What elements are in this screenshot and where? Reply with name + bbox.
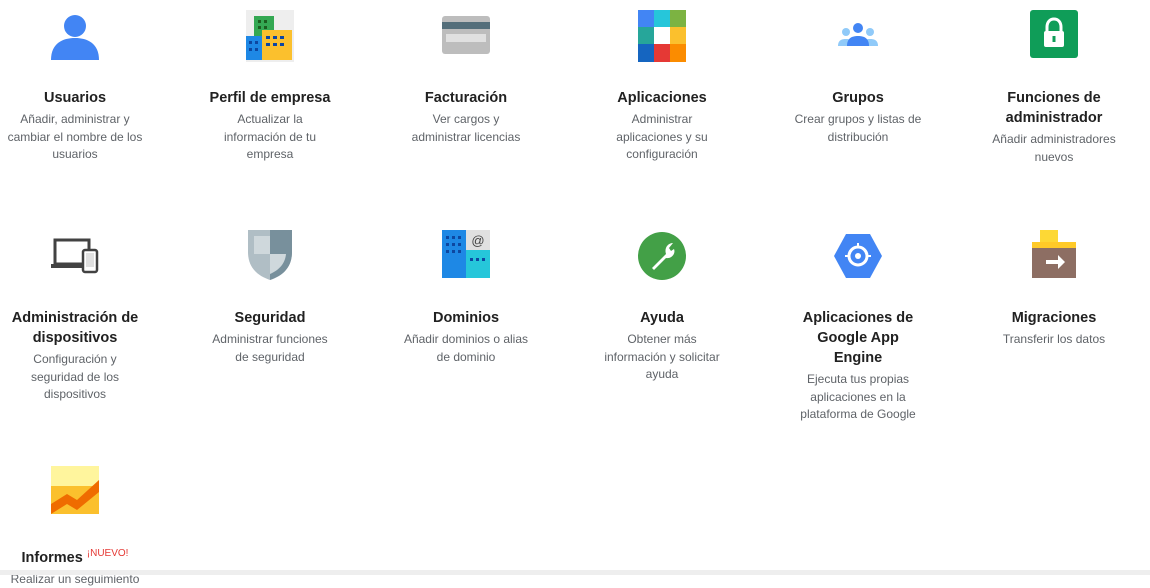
card-title: Administración de dispositivos [11, 310, 139, 346]
lock-icon [1028, 10, 1080, 62]
bottom-scroll-edge [0, 570, 1150, 575]
card-usuarios[interactable]: Usuarios Añadir, administrar y cambiar e… [0, 10, 150, 164]
card-title: Perfil de empresa [209, 90, 331, 106]
card-title: Dominios [432, 310, 500, 326]
card-description: Añadir administradores nuevos [992, 132, 1116, 164]
app-engine-icon [832, 230, 884, 282]
card-description: Añadir dominios o alias de dominio [403, 332, 529, 364]
reports-chart-icon [49, 466, 101, 518]
card-description: Transferir los datos [1002, 332, 1106, 346]
admin-console-grid: Usuarios Añadir, administrar y cambiar e… [0, 0, 1150, 586]
wrench-icon [636, 230, 688, 282]
card-description: Administrar funciones de seguridad [212, 332, 328, 364]
card-title: Migraciones [1011, 310, 1097, 326]
card-funciones-administrador[interactable]: Funciones de administrador Añadir admini… [979, 10, 1129, 166]
card-title: Aplicaciones [617, 90, 707, 106]
card-ayuda[interactable]: Ayuda Obtener más información y solicita… [587, 230, 737, 384]
devices-icon [49, 230, 101, 282]
card-migraciones[interactable]: Migraciones Transferir los datos [979, 230, 1129, 349]
card-description: Ver cargos y administrar licencias [411, 112, 521, 144]
card-app-engine[interactable]: Aplicaciones de Google App Engine Ejecut… [783, 230, 933, 424]
domain-at-icon: @ [440, 230, 492, 282]
card-dominios[interactable]: @ Dominios Añadir dominios o alias de do… [391, 230, 541, 366]
card-description: Ejecuta tus propias aplicaciones en la p… [800, 372, 916, 421]
card-description: Crear grupos y listas de distribución [794, 112, 922, 144]
building-icon [244, 10, 296, 62]
card-title: Informes ¡NUEVO! [22, 544, 129, 568]
card-aplicaciones[interactable]: Aplicaciones Administrar aplicaciones y … [587, 10, 737, 164]
card-description: Añadir, administrar y cambiar el nombre … [7, 112, 143, 161]
svg-text:@: @ [471, 233, 484, 248]
card-seguridad[interactable]: Seguridad Administrar funciones de segur… [195, 230, 345, 366]
migration-box-icon [1028, 230, 1080, 282]
card-description: Configuración y seguridad de los disposi… [30, 352, 120, 401]
card-grupos[interactable]: Grupos Crear grupos y listas de distribu… [783, 10, 933, 146]
card-title: Facturación [424, 90, 508, 106]
card-title: Funciones de administrador [1005, 90, 1103, 126]
shield-icon [244, 230, 296, 282]
card-title: Ayuda [640, 310, 684, 326]
card-facturacion[interactable]: Facturación Ver cargos y administrar lic… [391, 10, 541, 146]
card-title: Seguridad [234, 310, 306, 326]
user-icon [49, 10, 101, 62]
card-title: Grupos [832, 90, 884, 106]
apps-grid-icon [636, 10, 688, 62]
card-description: Administrar aplicaciones y su configurac… [616, 112, 708, 161]
card-administracion-dispositivos[interactable]: Administración de dispositivos Configura… [0, 230, 150, 404]
credit-card-icon [440, 10, 492, 62]
card-description: Obtener más información y solicitar ayud… [604, 332, 720, 381]
new-badge: ¡NUEVO! [86, 548, 129, 559]
card-title: Aplicaciones de Google App Engine [802, 310, 914, 366]
group-icon [832, 10, 884, 62]
card-title: Usuarios [43, 90, 107, 106]
card-description: Actualizar la información de tu empresa [223, 112, 317, 161]
card-perfil-empresa[interactable]: Perfil de empresa Actualizar la informac… [195, 10, 345, 164]
card-title-text: Informes [21, 549, 83, 566]
